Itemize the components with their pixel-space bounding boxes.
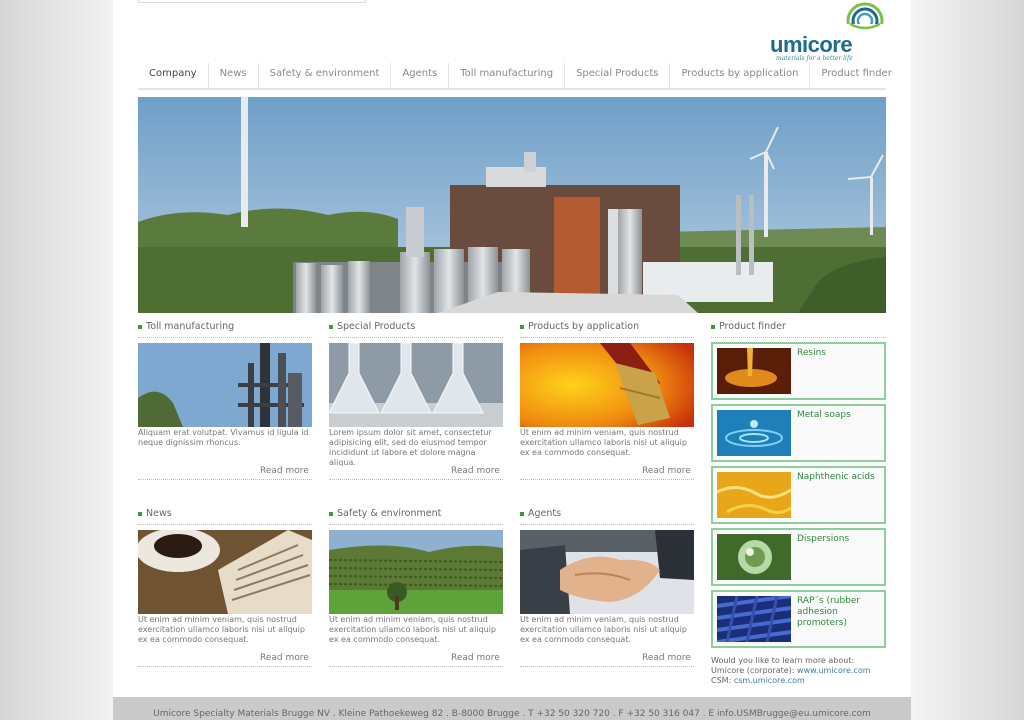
- nav-company[interactable]: Company: [138, 63, 208, 88]
- main-nav: Company News Safety & environment Agents…: [138, 63, 892, 90]
- umicore-logo[interactable]: umicore materials for a better life: [768, 0, 888, 66]
- products-by-application-text: Ut enim ad minim veniam, quis nostrud ex…: [520, 428, 687, 457]
- news-read-more-link[interactable]: Read more: [260, 653, 309, 663]
- footer: Umicore Specialty Materials Brugge NV . …: [113, 697, 911, 720]
- logo-tagline: materials for a better life: [776, 55, 853, 62]
- nav-products-by-application[interactable]: Products by application: [669, 63, 809, 88]
- product-finder-resins[interactable]: Resins: [711, 342, 886, 400]
- safety-environment-image[interactable]: [329, 530, 503, 614]
- section-heading-product-finder[interactable]: Product finder: [711, 321, 786, 333]
- nav-agents[interactable]: Agents: [390, 63, 448, 88]
- product-finder-raps[interactable]: RAP´s (rubber adhesion promoters): [711, 590, 886, 648]
- agents-read-more-link[interactable]: Read more: [642, 653, 691, 663]
- agents-image[interactable]: [520, 530, 694, 614]
- product-finder-naphthenic-acids[interactable]: Naphthenic acids: [711, 466, 886, 524]
- csm-link[interactable]: csm.umicore.com: [734, 676, 805, 685]
- bullet-icon: [138, 325, 142, 329]
- metal-soaps-image: [717, 410, 791, 456]
- toll-manufacturing-image[interactable]: [138, 343, 312, 427]
- raps-image: [717, 596, 791, 642]
- bullet-icon: [329, 512, 333, 516]
- nav-special-products[interactable]: Special Products: [564, 63, 669, 88]
- news-text: Ut enim ad minim veniam, quis nostrud ex…: [138, 615, 305, 644]
- top-search-bar[interactable]: [138, 0, 366, 3]
- nav-safety-environment[interactable]: Safety & environment: [257, 63, 391, 88]
- resins-image: [717, 348, 791, 394]
- page: umicore materials for a better life Comp…: [113, 0, 911, 720]
- corporate-link[interactable]: www.umicore.com: [797, 666, 870, 675]
- product-finder-dispersions[interactable]: Dispersions: [711, 528, 886, 586]
- toll-manufacturing-text: Aliquam erat volutpat. Vivamus id ligula…: [138, 428, 309, 447]
- nav-news[interactable]: News: [207, 63, 258, 88]
- section-heading-toll-manufacturing[interactable]: Toll manufacturing: [138, 321, 234, 333]
- products-by-application-read-more-link[interactable]: Read more: [642, 466, 691, 476]
- news-image[interactable]: [138, 530, 312, 614]
- toll-manufacturing-read-more-link[interactable]: Read more: [260, 466, 309, 476]
- section-heading-products-by-application[interactable]: Products by application: [520, 321, 639, 333]
- csm-label: CSM:: [711, 676, 732, 685]
- nav-product-finder[interactable]: Product finder: [809, 63, 902, 88]
- safety-environment-text: Ut enim ad minim veniam, quis nostrud ex…: [329, 615, 496, 644]
- special-products-text: Lorem ipsum dolor sit amet, consectetur …: [329, 428, 492, 467]
- bullet-icon: [711, 325, 715, 329]
- naphthenic-acids-image: [717, 472, 791, 518]
- section-heading-agents[interactable]: Agents: [520, 508, 561, 520]
- section-heading-news[interactable]: News: [138, 508, 172, 520]
- bullet-icon: [138, 512, 142, 516]
- dispersions-image: [717, 534, 791, 580]
- hero-factory-image: [138, 97, 886, 313]
- product-finder-metal-soaps[interactable]: Metal soaps: [711, 404, 886, 462]
- special-products-read-more-link[interactable]: Read more: [451, 466, 500, 476]
- learn-more-box: Would you like to learn more about: Umic…: [711, 656, 889, 686]
- safety-environment-read-more-link[interactable]: Read more: [451, 653, 500, 663]
- bullet-icon: [520, 512, 524, 516]
- nav-toll-manufacturing[interactable]: Toll manufacturing: [448, 63, 564, 88]
- agents-text: Ut enim ad minim veniam, quis nostrud ex…: [520, 615, 687, 644]
- corporate-label: Umicore (corporate):: [711, 666, 795, 675]
- section-heading-safety-environment[interactable]: Safety & environment: [329, 508, 441, 520]
- learn-more-text: Would you like to learn more about:: [711, 656, 855, 665]
- products-by-application-image[interactable]: [520, 343, 694, 427]
- section-heading-special-products[interactable]: Special Products: [329, 321, 415, 333]
- bullet-icon: [520, 325, 524, 329]
- special-products-image[interactable]: [329, 343, 503, 427]
- bullet-icon: [329, 325, 333, 329]
